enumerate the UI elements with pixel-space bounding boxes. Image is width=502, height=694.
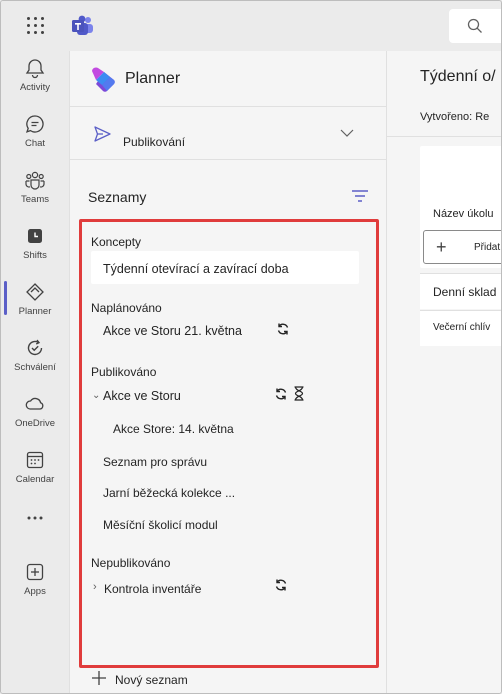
teams-logo-icon xyxy=(71,14,95,38)
publish-dropdown[interactable]: Publikování xyxy=(70,108,388,160)
task-row[interactable]: Večerní chlív xyxy=(420,310,501,346)
plus-icon: + xyxy=(436,237,447,257)
rail-item-activity[interactable]: Activity xyxy=(1,57,69,111)
rail-label: Teams xyxy=(21,194,49,205)
top-bar xyxy=(1,1,501,51)
sync-icon xyxy=(275,388,287,400)
list-title: Týdenní o/ xyxy=(420,68,496,85)
new-list-button[interactable]: Nový seznam xyxy=(115,673,188,687)
shifts-icon xyxy=(28,229,42,243)
plus-icon[interactable] xyxy=(90,669,108,687)
section-drafts-label: Koncepty xyxy=(91,235,142,249)
rail-item-teams[interactable]: Teams xyxy=(1,169,69,223)
chevron-right-icon[interactable]: › xyxy=(93,581,97,593)
section-published-label: Publikováno xyxy=(91,365,157,379)
planner-panel: Planner Publikování Seznamy Koncepty Týd… xyxy=(69,51,388,693)
section-scheduled-label: Naplánováno xyxy=(91,301,162,315)
list-item[interactable]: Akce ve Storu 21. května xyxy=(103,324,242,338)
search-input[interactable] xyxy=(449,9,501,43)
search-icon xyxy=(467,18,482,33)
rail-label: OneDrive xyxy=(14,418,56,429)
rail-item-calendar[interactable]: Calendar xyxy=(1,449,69,503)
app-rail: Activity Chat Teams Shifts Planner Schvá… xyxy=(1,51,69,693)
rail-label: Chat xyxy=(24,138,46,149)
rail-label: Planner xyxy=(18,306,52,317)
task-name: Denní sklad xyxy=(433,285,497,299)
planner-icon xyxy=(26,283,44,301)
section-unpublished-label: Nepublikováno xyxy=(91,556,171,570)
list-item[interactable]: Týdenní otevírací a zavírací doba xyxy=(103,262,289,276)
panel-header: Planner xyxy=(70,51,388,107)
list-item[interactable]: Akce Store: 14. května xyxy=(113,422,234,436)
cloud-icon xyxy=(25,397,44,410)
teams-window: Activity Chat Teams Shifts Planner Schvá… xyxy=(0,0,502,694)
apps-icon xyxy=(26,563,44,581)
chat-icon xyxy=(25,115,44,133)
teams-icon xyxy=(25,171,45,190)
rail-label: Schválení xyxy=(14,362,56,373)
bell-icon xyxy=(25,59,45,79)
add-task-label: Přidat xyxy=(474,242,501,253)
page-title: Planner xyxy=(125,70,181,87)
divider xyxy=(387,136,501,137)
column-header-task-name: Název úkolu xyxy=(433,208,494,220)
rail-label: Activity xyxy=(19,82,51,93)
rail-item-more[interactable] xyxy=(1,513,69,535)
chevron-down-icon[interactable]: ⌄ xyxy=(92,390,100,401)
rail-item-chat[interactable]: Chat xyxy=(1,113,69,167)
task-name: Večerní chlív xyxy=(433,322,491,333)
list-item[interactable]: Měsíční školicí modul xyxy=(103,518,218,532)
list-item[interactable]: Kontrola inventáře xyxy=(104,582,201,596)
rail-label: Calendar xyxy=(15,474,55,485)
calendar-icon xyxy=(26,451,44,469)
sync-icon xyxy=(277,323,289,335)
rail-item-apps[interactable]: Apps xyxy=(1,561,69,615)
list-item[interactable]: Seznam pro správu xyxy=(103,455,207,469)
more-icon xyxy=(27,516,43,520)
rail-item-approvals[interactable]: Schválení xyxy=(1,337,69,391)
rail-label: Apps xyxy=(24,586,46,597)
hourglass-icon xyxy=(294,386,304,401)
sync-icon xyxy=(275,579,287,591)
list-item[interactable]: Jarní běžecká kolekce ... xyxy=(103,486,235,500)
send-icon xyxy=(94,126,111,142)
rail-item-planner[interactable]: Planner xyxy=(1,281,69,335)
rail-label: Shifts xyxy=(23,250,47,261)
lists-heading: Seznamy xyxy=(88,189,147,205)
app-launcher-icon[interactable] xyxy=(27,17,45,35)
planner-logo-icon xyxy=(92,67,115,92)
publish-label: Publikování xyxy=(123,135,186,149)
task-row[interactable]: Denní sklad xyxy=(420,273,501,309)
chevron-down-icon xyxy=(340,129,354,137)
list-group[interactable]: Akce ve Storu xyxy=(103,389,181,403)
rail-item-onedrive[interactable]: OneDrive xyxy=(1,393,69,447)
rail-item-shifts[interactable]: Shifts xyxy=(1,225,69,279)
filter-icon[interactable] xyxy=(351,188,369,204)
created-by-meta: Vytvořeno: Re xyxy=(420,111,490,123)
approvals-icon xyxy=(27,339,43,356)
add-task-button[interactable]: + Přidat xyxy=(423,230,501,264)
highlight-box xyxy=(79,219,379,668)
